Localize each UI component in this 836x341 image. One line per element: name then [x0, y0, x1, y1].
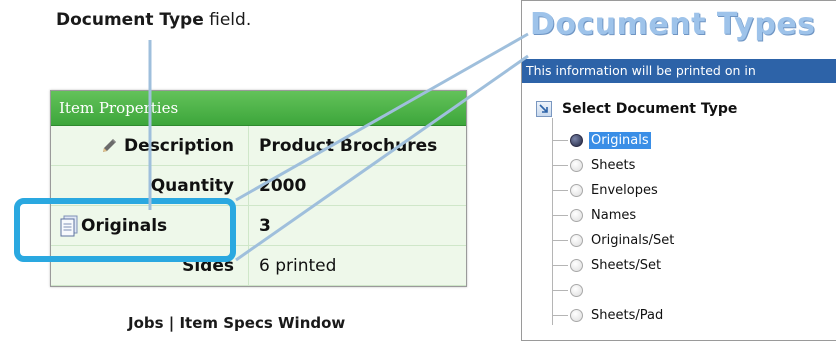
info-banner: This information will be printed on in: [522, 59, 836, 83]
property-label-cell: Description: [51, 126, 249, 165]
doc-type-option-sheets[interactable]: Sheets: [552, 155, 637, 175]
radio-icon[interactable]: [570, 183, 583, 197]
option-label: Names: [591, 207, 637, 223]
option-label: Sheets/Pad: [591, 307, 664, 323]
option-label: Originals: [589, 131, 651, 149]
doc-type-option-originals-set[interactable]: Originals/Set: [552, 230, 676, 250]
option-label: Originals/Set: [591, 232, 675, 248]
radio-icon[interactable]: [570, 233, 583, 247]
doc-type-option-sheets-set[interactable]: Sheets/Set: [552, 255, 663, 275]
document-type-callout: Document Type field.: [56, 10, 251, 30]
doc-type-option-sheets-pad[interactable]: Sheets/Pad: [552, 305, 665, 325]
collapse-arrow-icon[interactable]: [536, 101, 552, 117]
doc-type-option-names[interactable]: Names: [552, 205, 638, 225]
property-row-description[interactable]: Description Product Brochures: [51, 126, 466, 166]
property-value: 2000: [259, 175, 307, 196]
radio-icon[interactable]: [570, 208, 583, 222]
option-label: Sheets: [591, 157, 636, 173]
property-value: 6 printed: [259, 255, 337, 276]
pencil-icon: [100, 137, 118, 155]
doc-type-option-envelopes[interactable]: Envelopes: [552, 180, 660, 200]
callout-field-suffix: field.: [203, 10, 252, 30]
property-value: 3: [259, 215, 271, 236]
radio-icon[interactable]: [570, 158, 583, 172]
option-label: [589, 289, 593, 291]
property-value: Product Brochures: [259, 135, 438, 156]
originals-highlight-box: [14, 198, 236, 262]
option-label: Envelopes: [591, 182, 658, 198]
callout-field-name: Document Type: [56, 10, 204, 30]
property-label: Description: [124, 135, 234, 156]
option-label: Sheets/Set: [591, 257, 662, 273]
tree-root-select-document-type[interactable]: Select Document Type: [536, 101, 737, 117]
document-types-dialog: Document Types This information will be …: [521, 0, 836, 341]
tree-root-label: Select Document Type: [562, 101, 738, 117]
window-caption: Jobs | Item Specs Window: [128, 314, 346, 332]
radio-icon[interactable]: [570, 308, 583, 322]
dialog-title: Document Types: [530, 7, 816, 42]
radio-icon[interactable]: [570, 283, 583, 297]
item-properties-header: Item Properties: [51, 91, 466, 126]
radio-selected-icon[interactable]: [570, 133, 583, 147]
doc-type-option-blank[interactable]: [552, 280, 593, 300]
radio-icon[interactable]: [570, 258, 583, 272]
doc-type-option-originals[interactable]: Originals: [552, 130, 651, 150]
